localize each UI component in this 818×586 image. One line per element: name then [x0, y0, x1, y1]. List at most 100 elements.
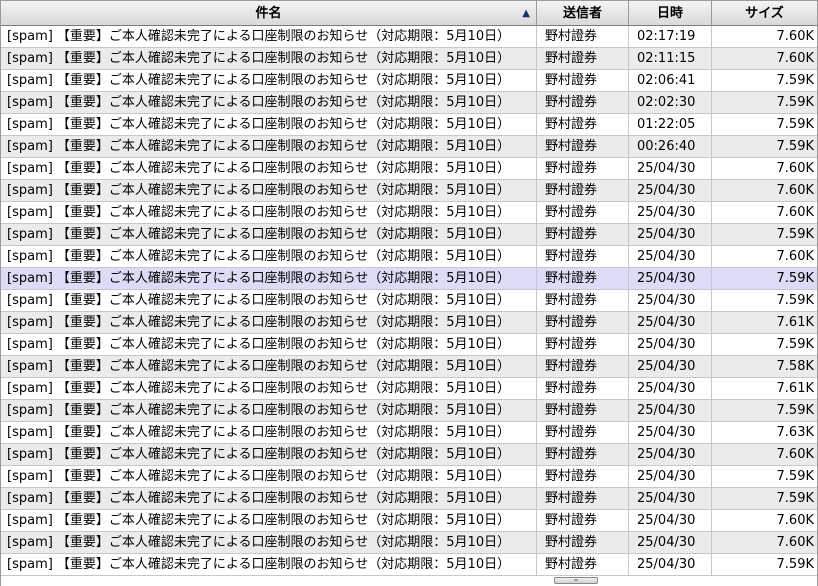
row-sender: 野村證券 — [537, 356, 629, 377]
column-header-date[interactable]: 日時 — [629, 1, 712, 26]
row-date: 25/04/30 — [629, 488, 712, 509]
row-date: 02:11:15 — [629, 48, 712, 69]
row-sender: 野村證券 — [537, 444, 629, 465]
row-size: 7.59K — [776, 469, 814, 484]
row-size: 7.59K — [776, 95, 814, 110]
row-subject: [spam] 【重要】ご本人確認未完了による口座制限のお知らせ（対応期限：5月1… — [1, 488, 537, 509]
row-sender: 野村證券 — [537, 136, 629, 157]
row-sender: 野村證券 — [537, 114, 629, 135]
row-subject: [spam] 【重要】ご本人確認未完了による口座制限のお知らせ（対応期限：5月1… — [1, 312, 537, 333]
row-subject: [spam] 【重要】ご本人確認未完了による口座制限のお知らせ（対応期限：5月1… — [1, 224, 537, 245]
row-subject: [spam] 【重要】ご本人確認未完了による口座制限のお知らせ（対応期限：5月1… — [1, 180, 537, 201]
table-row[interactable]: [spam] 【重要】ご本人確認未完了による口座制限のお知らせ（対応期限：5月1… — [1, 136, 817, 158]
row-date: 25/04/30 — [629, 224, 712, 245]
column-header-size[interactable]: サイズ — [712, 1, 817, 26]
row-size: 7.59K — [776, 271, 814, 286]
row-date: 25/04/30 — [629, 422, 712, 443]
column-header-bar: 件名 ▲ 送信者 日時 サイズ — [1, 0, 817, 26]
row-sender: 野村證券 — [537, 510, 629, 531]
table-row[interactable]: [spam] 【重要】ご本人確認未完了による口座制限のお知らせ（対応期限：5月1… — [1, 92, 817, 114]
row-size: 7.59K — [776, 403, 814, 418]
table-row[interactable]: [spam] 【重要】ご本人確認未完了による口座制限のお知らせ（対応期限：5月1… — [1, 378, 817, 400]
table-row[interactable]: [spam] 【重要】ご本人確認未完了による口座制限のお知らせ（対応期限：5月1… — [1, 444, 817, 466]
column-header-sender[interactable]: 送信者 — [537, 1, 629, 26]
table-row[interactable]: [spam] 【重要】ご本人確認未完了による口座制限のお知らせ（対応期限：5月1… — [1, 246, 817, 268]
row-sender: 野村證券 — [537, 158, 629, 179]
row-sender: 野村證券 — [537, 532, 629, 553]
table-row[interactable]: [spam] 【重要】ご本人確認未完了による口座制限のお知らせ（対応期限：5月1… — [1, 290, 817, 312]
row-date: 25/04/30 — [629, 202, 712, 223]
row-size: 7.61K — [776, 315, 814, 330]
row-date: 01:22:05 — [629, 114, 712, 135]
table-row[interactable]: [spam] 【重要】ご本人確認未完了による口座制限のお知らせ（対応期限：5月1… — [1, 48, 817, 70]
row-size: 7.60K — [776, 29, 814, 44]
row-size: 7.59K — [776, 557, 814, 572]
row-date: 25/04/30 — [629, 268, 712, 289]
message-list: 件名 ▲ 送信者 日時 サイズ [spam] 【重要】ご本人確認未完了による口座… — [0, 0, 818, 586]
row-subject: [spam] 【重要】ご本人確認未完了による口座制限のお知らせ（対応期限：5月1… — [1, 158, 537, 179]
row-size: 7.60K — [776, 249, 814, 264]
row-date: 25/04/30 — [629, 510, 712, 531]
row-subject: [spam] 【重要】ご本人確認未完了による口座制限のお知らせ（対応期限：5月1… — [1, 92, 537, 113]
row-sender: 野村證券 — [537, 224, 629, 245]
row-date: 25/04/30 — [629, 400, 712, 421]
table-row[interactable]: [spam] 【重要】ご本人確認未完了による口座制限のお知らせ（対応期限：5月1… — [1, 532, 817, 554]
table-row[interactable]: [spam] 【重要】ご本人確認未完了による口座制限のお知らせ（対応期限：5月1… — [1, 158, 817, 180]
row-sender: 野村證券 — [537, 400, 629, 421]
row-date: 00:26:40 — [629, 136, 712, 157]
row-size: 7.58K — [776, 359, 814, 374]
row-date: 02:06:41 — [629, 70, 712, 91]
row-sender: 野村證券 — [537, 466, 629, 487]
row-size: 7.60K — [776, 183, 814, 198]
row-sender: 野村證券 — [537, 92, 629, 113]
table-row[interactable]: [spam] 【重要】ご本人確認未完了による口座制限のお知らせ（対応期限：5月1… — [1, 268, 817, 290]
row-subject: [spam] 【重要】ご本人確認未完了による口座制限のお知らせ（対応期限：5月1… — [1, 48, 537, 69]
row-date: 25/04/30 — [629, 312, 712, 333]
row-date: 25/04/30 — [629, 180, 712, 201]
table-row[interactable]: [spam] 【重要】ご本人確認未完了による口座制限のお知らせ（対応期限：5月1… — [1, 400, 817, 422]
table-row[interactable]: [spam] 【重要】ご本人確認未完了による口座制限のお知らせ（対応期限：5月1… — [1, 510, 817, 532]
table-row[interactable]: [spam] 【重要】ご本人確認未完了による口座制限のお知らせ（対応期限：5月1… — [1, 334, 817, 356]
row-date: 25/04/30 — [629, 444, 712, 465]
row-size: 7.59K — [776, 293, 814, 308]
column-header-sender-label: 送信者 — [562, 6, 602, 21]
table-row[interactable]: [spam] 【重要】ご本人確認未完了による口座制限のお知らせ（対応期限：5月1… — [1, 422, 817, 444]
row-subject: [spam] 【重要】ご本人確認未完了による口座制限のお知らせ（対応期限：5月1… — [1, 378, 537, 399]
row-sender: 野村證券 — [537, 312, 629, 333]
table-row[interactable]: [spam] 【重要】ご本人確認未完了による口座制限のお知らせ（対応期限：5月1… — [1, 180, 817, 202]
row-date: 02:02:30 — [629, 92, 712, 113]
sort-up-triangle-icon: ▲ — [522, 8, 530, 19]
row-subject: [spam] 【重要】ご本人確認未完了による口座制限のお知らせ（対応期限：5月1… — [1, 70, 537, 91]
table-row[interactable]: [spam] 【重要】ご本人確認未完了による口座制限のお知らせ（対応期限：5月1… — [1, 554, 817, 576]
table-row[interactable]: [spam] 【重要】ご本人確認未完了による口座制限のお知らせ（対応期限：5月1… — [1, 26, 817, 48]
row-sender: 野村證券 — [537, 70, 629, 91]
row-size: 7.60K — [776, 535, 814, 550]
row-size: 7.59K — [776, 491, 814, 506]
table-row[interactable]: [spam] 【重要】ご本人確認未完了による口座制限のお知らせ（対応期限：5月1… — [1, 466, 817, 488]
row-size: 7.63K — [776, 425, 814, 440]
row-size: 7.59K — [776, 227, 814, 242]
table-row[interactable]: [spam] 【重要】ご本人確認未完了による口座制限のお知らせ（対応期限：5月1… — [1, 224, 817, 246]
row-sender: 野村證券 — [537, 180, 629, 201]
chevron-down-icon: ⌄ — [572, 574, 580, 583]
table-row[interactable]: [spam] 【重要】ご本人確認未完了による口座制限のお知らせ（対応期限：5月1… — [1, 70, 817, 92]
row-subject: [spam] 【重要】ご本人確認未完了による口座制限のお知らせ（対応期限：5月1… — [1, 114, 537, 135]
table-row[interactable]: [spam] 【重要】ご本人確認未完了による口座制限のお知らせ（対応期限：5月1… — [1, 114, 817, 136]
row-size: 7.59K — [776, 337, 814, 352]
row-subject: [spam] 【重要】ご本人確認未完了による口座制限のお知らせ（対応期限：5月1… — [1, 136, 537, 157]
table-row[interactable]: [spam] 【重要】ご本人確認未完了による口座制限のお知らせ（対応期限：5月1… — [1, 202, 817, 224]
table-row[interactable]: [spam] 【重要】ご本人確認未完了による口座制限のお知らせ（対応期限：5月1… — [1, 488, 817, 510]
row-subject: [spam] 【重要】ご本人確認未完了による口座制限のお知らせ（対応期限：5月1… — [1, 444, 537, 465]
row-sender: 野村證券 — [537, 202, 629, 223]
row-size: 7.60K — [776, 447, 814, 462]
table-row[interactable]: [spam] 【重要】ご本人確認未完了による口座制限のお知らせ（対応期限：5月1… — [1, 356, 817, 378]
row-sender: 野村證券 — [537, 268, 629, 289]
row-subject: [spam] 【重要】ご本人確認未完了による口座制限のお知らせ（対応期限：5月1… — [1, 532, 537, 553]
column-header-subject[interactable]: 件名 ▲ — [1, 1, 537, 26]
pane-splitter-handle[interactable]: ⌄ — [554, 574, 598, 584]
row-date: 25/04/30 — [629, 532, 712, 553]
row-sender: 野村證券 — [537, 26, 629, 47]
row-subject: [spam] 【重要】ご本人確認未完了による口座制限のお知らせ（対応期限：5月1… — [1, 290, 537, 311]
table-row[interactable]: [spam] 【重要】ご本人確認未完了による口座制限のお知らせ（対応期限：5月1… — [1, 312, 817, 334]
row-size: 7.61K — [776, 381, 814, 396]
